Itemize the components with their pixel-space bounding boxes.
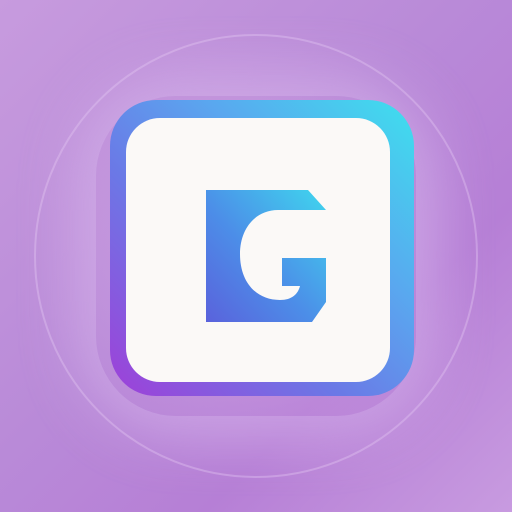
app-icon-face: [126, 118, 390, 382]
app-icon[interactable]: [110, 100, 414, 396]
letter-g-logo-icon: [206, 190, 326, 322]
